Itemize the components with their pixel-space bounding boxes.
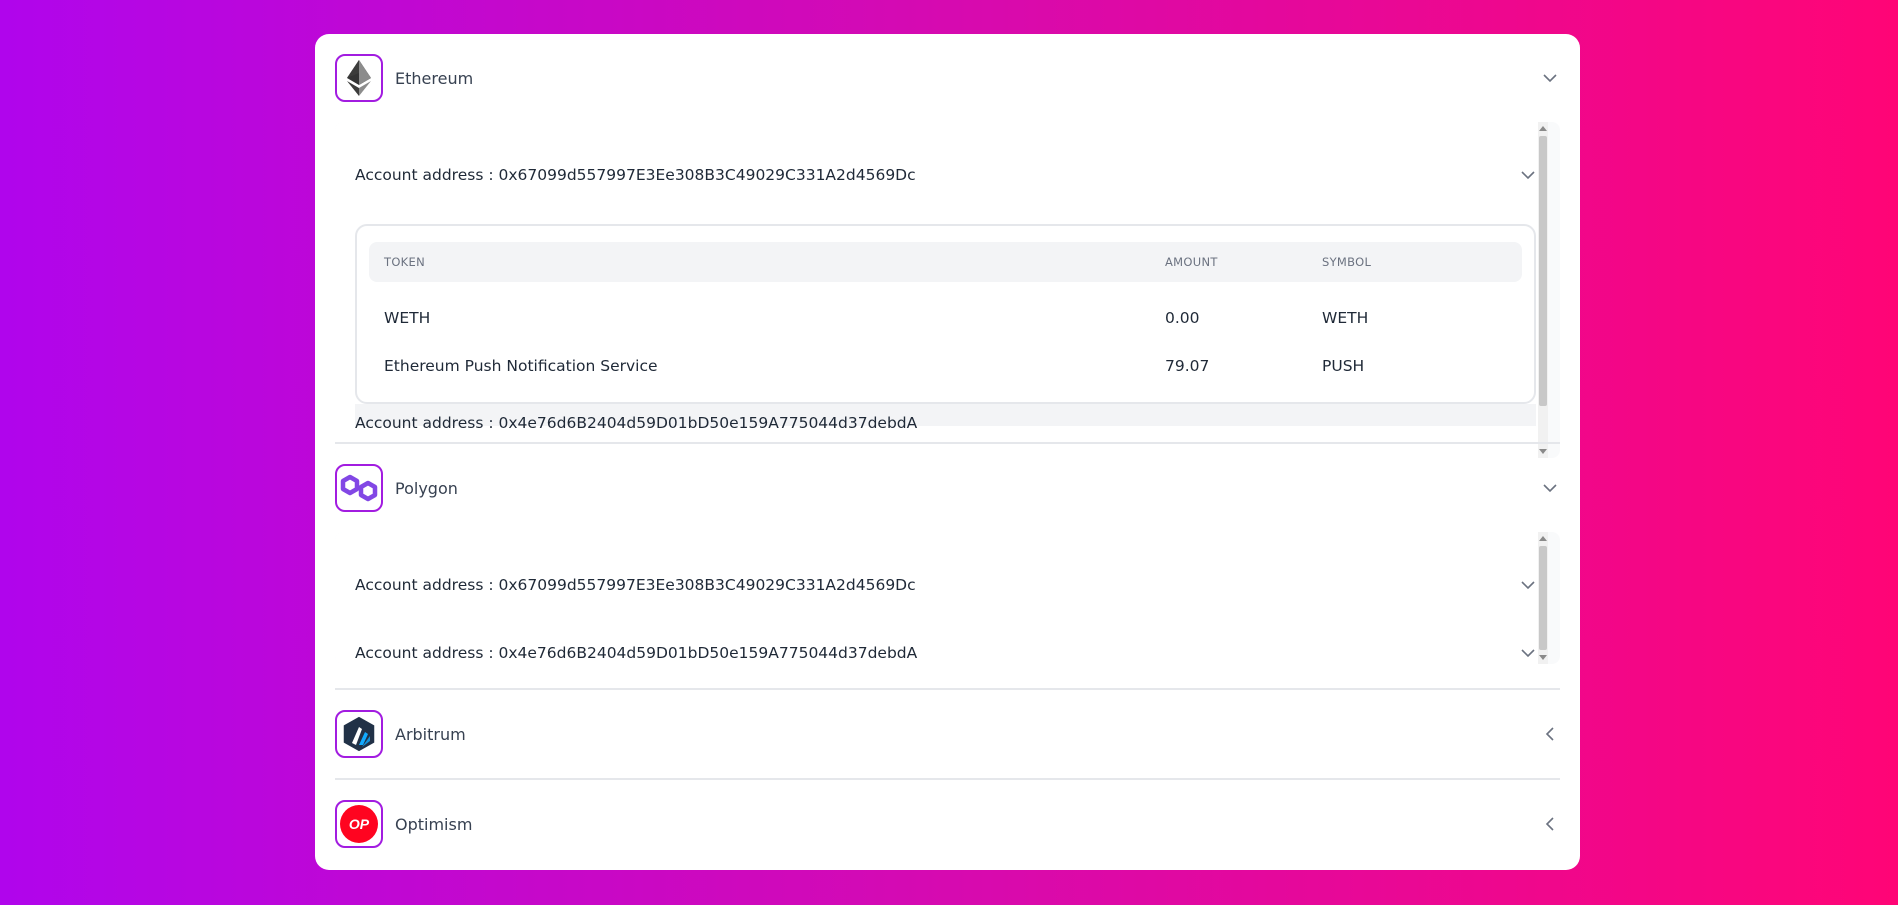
table-row: Ethereum Push Notification Service 79.07… [369, 346, 1522, 386]
account-row[interactable]: Account address : 0x67099d557997E3Ee308B… [355, 567, 1538, 603]
token-symbol: WETH [1322, 309, 1369, 327]
chain-header-ethereum[interactable]: Ethereum [335, 54, 1560, 102]
chevron-down-icon[interactable] [1540, 478, 1560, 498]
token-symbol: PUSH [1322, 357, 1365, 375]
account-address-label[interactable]: Account address : 0x4e76d6B2404d59D01bD5… [355, 414, 917, 432]
account-row[interactable]: Account address : 0x67099d557997E3Ee308B… [355, 157, 1538, 193]
ethereum-accounts-panel: Account address : 0x67099d557997E3Ee308B… [335, 122, 1560, 458]
token-amount: 0.00 [1165, 309, 1200, 327]
header-amount: AMOUNT [1165, 255, 1218, 269]
token-amount: 79.07 [1165, 357, 1210, 375]
token-name: Ethereum Push Notification Service [384, 357, 658, 375]
divider [335, 688, 1560, 690]
optimism-logo-text: OP [348, 816, 370, 832]
polygon-icon [335, 464, 383, 512]
chain-header-arbitrum[interactable]: Arbitrum [335, 710, 1560, 758]
account-address-label: Account address : 0x67099d557997E3Ee308B… [355, 166, 916, 184]
optimism-icon: OP [335, 800, 383, 848]
scrollbar[interactable] [1538, 532, 1548, 664]
chain-name-arbitrum: Arbitrum [395, 724, 466, 744]
wallet-card: Ethereum Account address : 0x67099d55799… [315, 34, 1580, 870]
chain-name-optimism: Optimism [395, 814, 473, 834]
scroll-up-arrow-icon[interactable] [1539, 126, 1547, 131]
arbitrum-icon [335, 710, 383, 758]
token-table-header: TOKEN AMOUNT SYMBOL [369, 242, 1522, 282]
chevron-left-icon[interactable] [1540, 724, 1560, 744]
chevron-down-icon[interactable] [1518, 165, 1538, 185]
ethereum-icon [335, 54, 383, 102]
divider [335, 778, 1560, 780]
scrollbar-thumb[interactable] [1539, 136, 1547, 406]
chain-header-optimism[interactable]: OP Optimism [335, 800, 1560, 848]
polygon-accounts-panel: Account address : 0x67099d557997E3Ee308B… [335, 532, 1560, 664]
scroll-up-arrow-icon[interactable] [1539, 536, 1547, 541]
token-table: TOKEN AMOUNT SYMBOL WETH 0.00 WETH Ether… [355, 224, 1536, 404]
chain-header-polygon[interactable]: Polygon [335, 464, 1560, 512]
chevron-down-icon[interactable] [1518, 643, 1538, 663]
header-token: TOKEN [384, 255, 425, 269]
chevron-down-icon[interactable] [1540, 68, 1560, 88]
divider [335, 442, 1560, 444]
chevron-left-icon[interactable] [1540, 814, 1560, 834]
chain-name-ethereum: Ethereum [395, 68, 474, 88]
account-address-label: Account address : 0x4e76d6B2404d59D01bD5… [355, 644, 918, 662]
chain-name-polygon: Polygon [395, 478, 458, 498]
table-row: WETH 0.00 WETH [369, 298, 1522, 338]
token-name: WETH [384, 309, 431, 327]
header-symbol: SYMBOL [1322, 255, 1372, 269]
scroll-down-arrow-icon[interactable] [1539, 449, 1547, 454]
scroll-down-arrow-icon[interactable] [1539, 655, 1547, 660]
scrollbar[interactable] [1538, 122, 1548, 458]
chevron-down-icon[interactable] [1518, 575, 1538, 595]
account-address-label: Account address : 0x67099d557997E3Ee308B… [355, 576, 916, 594]
scrollbar-thumb[interactable] [1539, 546, 1547, 650]
account-row[interactable]: Account address : 0x4e76d6B2404d59D01bD5… [355, 635, 1538, 664]
